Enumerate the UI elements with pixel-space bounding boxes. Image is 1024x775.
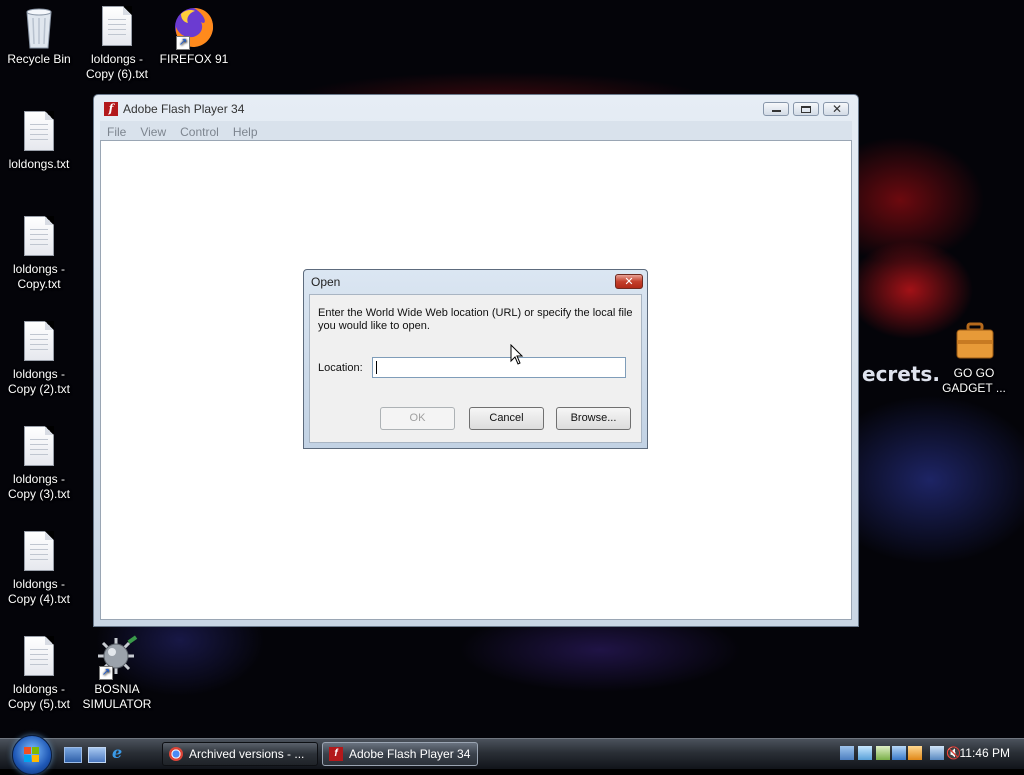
system-tray: 🔇 11:46 PM <box>830 739 1024 769</box>
text-file-icon <box>19 634 59 680</box>
text-file-icon <box>19 214 59 260</box>
menu-control[interactable]: Control <box>173 122 226 142</box>
browse-button[interactable]: Browse... <box>556 407 631 430</box>
network-icon[interactable] <box>930 746 944 760</box>
restore-icon <box>801 106 811 113</box>
desktop-icon-firefox[interactable]: ↗ FIREFOX 91 <box>154 4 234 67</box>
close-icon: ✕ <box>832 102 843 116</box>
menu-bar: File View Control Help <box>100 121 852 141</box>
wallpaper-text-fragment: ecrets. <box>862 362 940 386</box>
desktop-icon-label: BOSNIA SIMULATOR <box>82 682 152 711</box>
desktop-icon-loldongs-copy-4[interactable]: loldongs - Copy (4).txt <box>0 529 79 607</box>
taskbar-item-label: Archived versions - ... <box>189 747 305 761</box>
open-dialog: Open ✕ Enter the World Wide Web location… <box>303 269 648 449</box>
desktop-icon-label: loldongs - Copy (5).txt <box>7 682 70 711</box>
taskbar-item-label: Adobe Flash Player 34 <box>349 747 471 761</box>
shortcut-arrow-icon: ↗ <box>99 666 113 680</box>
desktop-icon-bosnia-simulator[interactable]: ↗ BOSNIA SIMULATOR <box>77 634 157 712</box>
desktop-icon-label: loldongs - Copy (2).txt <box>7 367 70 396</box>
text-file-icon <box>19 424 59 470</box>
firefox-icon: ↗ <box>174 4 214 50</box>
desktop-icon-loldongs-copy-2[interactable]: loldongs - Copy (2).txt <box>0 319 79 397</box>
desktop-icon-go-go-gadget[interactable]: GO GO GADGET ... <box>934 318 1014 396</box>
desktop-icon-loldongs-copy-3[interactable]: loldongs - Copy (3).txt <box>0 424 79 502</box>
tray-app-icon[interactable] <box>892 746 906 760</box>
taskbar-item-flash-player[interactable]: f Adobe Flash Player 34 <box>322 742 478 766</box>
desktop-icon-label: GO GO GADGET ... <box>942 366 1006 395</box>
restore-button[interactable] <box>793 102 819 116</box>
switch-windows-icon[interactable] <box>88 747 106 763</box>
tray-app-icon[interactable] <box>876 746 890 760</box>
briefcase-icon <box>954 318 994 364</box>
menu-help[interactable]: Help <box>226 122 265 142</box>
close-icon: ✕ <box>624 275 634 288</box>
location-label: Location: <box>318 362 363 374</box>
desktop-icon-loldongs-copy[interactable]: loldongs - Copy.txt <box>0 214 79 292</box>
dialog-prompt-text: Enter the World Wide Web location (URL) … <box>318 307 633 332</box>
close-button[interactable]: ✕ <box>823 102 849 116</box>
volume-muted-icon[interactable]: 🔇 <box>946 746 961 760</box>
shortcut-arrow-icon: ↗ <box>176 36 190 50</box>
text-file-icon <box>97 4 137 50</box>
desktop-icon-label: Recycle Bin <box>7 52 71 66</box>
flash-player-icon: f <box>104 102 118 116</box>
desktop-icon-loldongs-copy-6[interactable]: loldongs - Copy (6).txt <box>77 4 157 82</box>
mouse-cursor-icon <box>510 344 524 365</box>
taskbar: e Archived versions - ... f Adobe Flash … <box>0 735 1024 775</box>
menu-view[interactable]: View <box>133 122 173 142</box>
desktop-icon-label: FIREFOX 91 <box>159 52 229 66</box>
desktop-icon-label: loldongs - Copy (6).txt <box>85 52 148 81</box>
dialog-title: Open <box>311 275 341 289</box>
cancel-button[interactable]: Cancel <box>469 407 544 430</box>
text-file-icon <box>19 109 59 155</box>
internet-explorer-icon[interactable]: e <box>112 745 128 761</box>
text-file-icon <box>19 319 59 365</box>
show-desktop-icon[interactable] <box>64 747 82 763</box>
window-title: Adobe Flash Player 34 <box>123 102 245 116</box>
desktop-icon-label: loldongs - Copy (4).txt <box>7 577 70 606</box>
desktop-icon-recycle-bin[interactable]: Recycle Bin <box>0 4 79 67</box>
minimize-icon <box>772 110 781 112</box>
spiked-mace-icon: ↗ <box>97 634 138 680</box>
text-file-icon <box>19 529 59 575</box>
desktop-icon-loldongs-copy-5[interactable]: loldongs - Copy (5).txt <box>0 634 79 712</box>
dialog-close-button[interactable]: ✕ <box>615 274 643 289</box>
clock[interactable]: 11:46 PM <box>960 746 1010 760</box>
desktop-icon-loldongs[interactable]: loldongs.txt <box>0 109 79 172</box>
tray-app-icon[interactable] <box>858 746 872 760</box>
flash-player-icon: f <box>329 747 343 761</box>
chrome-icon <box>169 747 183 761</box>
text-caret <box>376 361 377 374</box>
taskbar-item-archived-versions[interactable]: Archived versions - ... <box>162 742 318 766</box>
desktop-icon-label: loldongs - Copy (3).txt <box>7 472 70 501</box>
dialog-body: Enter the World Wide Web location (URL) … <box>309 294 642 443</box>
tray-app-icon[interactable] <box>908 746 922 760</box>
desktop-icon-label: loldongs - Copy.txt <box>12 262 66 291</box>
location-input[interactable] <box>372 357 626 378</box>
desktop-icon-label: loldongs.txt <box>8 157 70 171</box>
tray-app-icon[interactable] <box>840 746 854 760</box>
ok-button[interactable]: OK <box>380 407 455 430</box>
recycle-bin-icon <box>19 4 59 50</box>
minimize-button[interactable] <box>763 102 789 116</box>
start-button[interactable] <box>12 735 52 775</box>
menu-file[interactable]: File <box>100 122 133 142</box>
